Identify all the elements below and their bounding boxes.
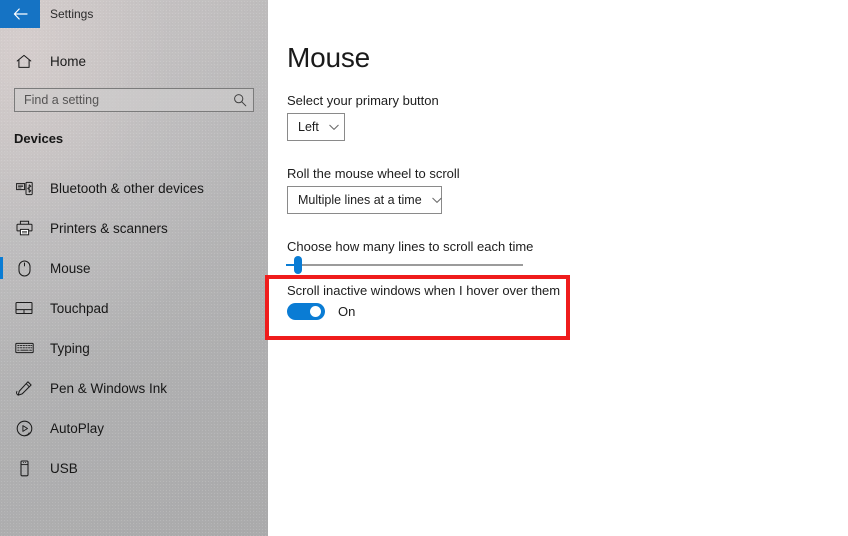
sidebar-item-label: Bluetooth & other devices	[50, 180, 204, 196]
search-input[interactable]	[15, 89, 227, 111]
primary-button-dropdown[interactable]: Left	[287, 113, 345, 141]
sidebar-item-label: Touchpad	[50, 300, 109, 316]
toggle-knob	[310, 306, 321, 317]
sidebar-item-label: Printers & scanners	[50, 220, 168, 236]
selection-indicator	[0, 257, 3, 279]
autoplay-icon	[11, 420, 37, 437]
page-title: Mouse	[287, 42, 371, 73]
slider-track	[286, 264, 523, 266]
usb-icon	[11, 459, 37, 477]
touchpad-icon	[11, 301, 37, 315]
search-box[interactable]	[14, 88, 254, 112]
back-arrow-icon	[13, 8, 28, 20]
sidebar-home-label: Home	[50, 53, 87, 69]
sidebar-item-touchpad[interactable]: Touchpad	[0, 288, 268, 328]
wheel-scroll-dropdown[interactable]: Multiple lines at a time	[287, 186, 442, 214]
sidebar-item-bluetooth-other-devices[interactable]: Bluetooth & other devices	[0, 168, 268, 208]
keyboard-icon	[11, 342, 37, 354]
selection-indicator	[0, 377, 3, 399]
selection-indicator	[0, 217, 3, 239]
slider-thumb[interactable]	[293, 256, 302, 274]
sidebar-item-mouse[interactable]: Mouse	[0, 248, 268, 288]
title-bar: Settings	[0, 0, 268, 28]
chevron-down-icon	[431, 197, 442, 204]
sidebar-item-label: Typing	[50, 340, 90, 356]
selection-indicator	[0, 337, 3, 359]
sidebar-section-header: Devices	[14, 131, 64, 146]
pen-icon	[11, 380, 37, 397]
chevron-down-icon	[329, 124, 339, 131]
lines-slider-label: Choose how many lines to scroll each tim…	[287, 239, 534, 254]
wheel-scroll-value: Multiple lines at a time	[298, 193, 422, 207]
selection-indicator	[0, 177, 3, 199]
selection-indicator	[0, 297, 3, 319]
lines-to-scroll-slider[interactable]	[286, 256, 523, 274]
home-icon	[11, 54, 37, 69]
settings-window: Settings Home Devices	[0, 0, 848, 536]
inactive-scroll-toggle[interactable]	[287, 303, 325, 320]
sidebar-item-home[interactable]: Home	[0, 47, 268, 75]
primary-button-label: Select your primary button	[287, 93, 439, 108]
inactive-scroll-label: Scroll inactive windows when I hover ove…	[287, 283, 561, 298]
sidebar-item-label: Mouse	[50, 260, 91, 276]
sidebar-item-typing[interactable]: Typing	[0, 328, 268, 368]
app-title: Settings	[50, 7, 94, 21]
mouse-icon	[11, 259, 37, 277]
inactive-scroll-state: On	[338, 304, 356, 319]
wheel-scroll-label: Roll the mouse wheel to scroll	[287, 166, 460, 181]
sidebar-item-label: AutoPlay	[50, 420, 105, 436]
sidebar-item-label: Pen & Windows Ink	[50, 380, 168, 396]
search-icon[interactable]	[227, 93, 253, 107]
inactive-scroll-toggle-row: On	[287, 303, 355, 320]
sidebar-nav-list: Bluetooth & other devices Printers & sca…	[0, 168, 268, 488]
sidebar: Settings Home Devices	[0, 0, 268, 536]
sidebar-item-pen-windows-ink[interactable]: Pen & Windows Ink	[0, 368, 268, 408]
selection-indicator	[0, 457, 3, 479]
back-button[interactable]	[0, 0, 40, 28]
primary-button-value: Left	[298, 120, 319, 134]
selection-indicator	[0, 417, 3, 439]
sidebar-item-label: USB	[50, 460, 78, 476]
bluetooth-devices-icon	[11, 181, 37, 196]
sidebar-item-autoplay[interactable]: AutoPlay	[0, 408, 268, 448]
sidebar-item-usb[interactable]: USB	[0, 448, 268, 488]
printer-icon	[11, 220, 37, 236]
sidebar-item-printers-scanners[interactable]: Printers & scanners	[0, 208, 268, 248]
